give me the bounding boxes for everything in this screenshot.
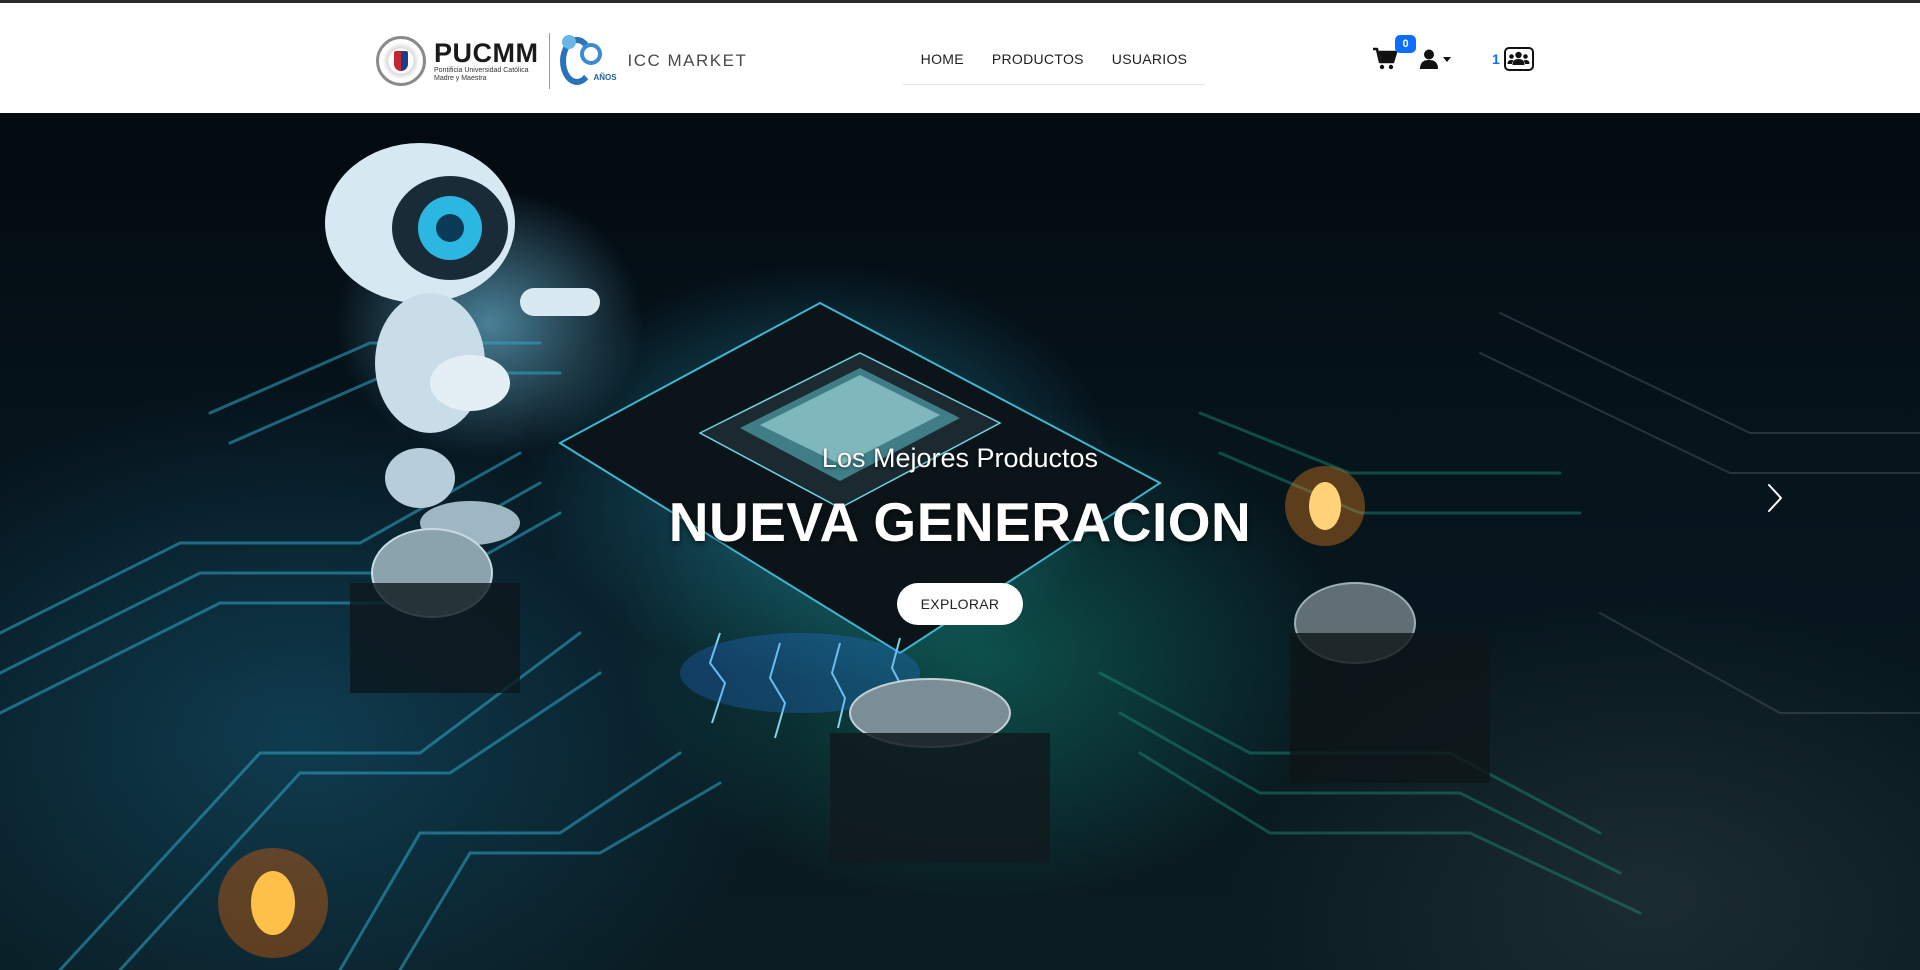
groups-count: 1 xyxy=(1492,51,1500,67)
user-icon xyxy=(1420,49,1438,69)
groups-button[interactable]: 1 xyxy=(1492,47,1534,71)
explore-button[interactable]: EXPLORAR xyxy=(897,583,1023,625)
brand-logo[interactable]: PUCMM Pontificia Universidad Católica Ma… xyxy=(376,33,747,89)
hero-caption: Los Mejores Productos NUEVA GENERACION E… xyxy=(0,113,1920,970)
hero-subtitle: Los Mejores Productos xyxy=(821,443,1099,473)
nav-usuarios[interactable]: USUARIOS xyxy=(1098,51,1202,67)
hero-title: NUEVA GENERACION xyxy=(668,491,1252,553)
carousel-next-button[interactable] xyxy=(1758,453,1792,543)
pucmm-wordmark: PUCMM Pontificia Universidad Católica Ma… xyxy=(434,39,539,83)
nav-home[interactable]: HOME xyxy=(907,51,978,67)
user-menu-dropdown[interactable] xyxy=(1420,49,1451,69)
cart-button[interactable] xyxy=(1372,47,1398,71)
users-group-icon xyxy=(1503,47,1534,71)
cart-count-badge: 0 xyxy=(1395,35,1416,53)
navbar: PUCMM Pontificia Universidad Católica Ma… xyxy=(0,3,1920,113)
pucmm-seal-icon xyxy=(376,36,426,86)
anniversary-word: AÑOS xyxy=(593,73,617,82)
cart-icon xyxy=(1373,47,1398,70)
university-name: PUCMM xyxy=(434,38,539,68)
store-name: ICC MARKET xyxy=(627,51,748,70)
brand-divider xyxy=(548,33,550,89)
chevron-down-icon xyxy=(1443,56,1451,62)
university-subtitle-line2: Madre y Maestra xyxy=(434,75,487,82)
nav-productos[interactable]: PRODUCTOS xyxy=(978,51,1098,67)
main-nav: HOME PRODUCTOS USUARIOS xyxy=(903,33,1205,85)
anniversary-logo-icon: AÑOS xyxy=(558,33,618,89)
university-subtitle-line1: Pontificia Universidad Católica xyxy=(434,67,529,74)
hero-carousel: Los Mejores Productos NUEVA GENERACION E… xyxy=(0,113,1920,970)
chevron-right-icon xyxy=(1768,484,1782,512)
